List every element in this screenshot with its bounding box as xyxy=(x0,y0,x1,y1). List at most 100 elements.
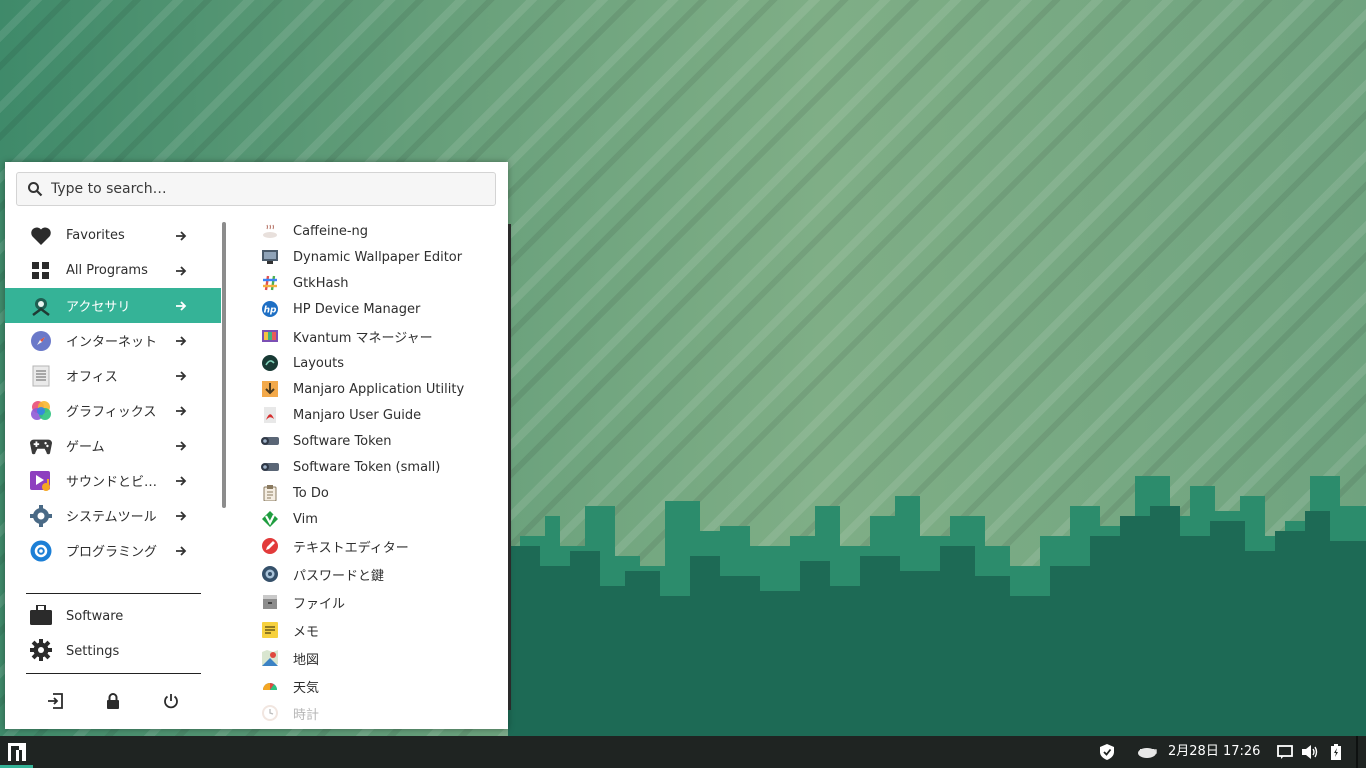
programming-icon xyxy=(30,540,52,562)
category-label: プログラミング xyxy=(66,545,158,560)
app-layouts[interactable]: Layouts xyxy=(261,350,501,376)
app-label: Layouts xyxy=(293,355,344,371)
app-to-do[interactable]: To Do xyxy=(261,480,501,506)
chat-icon xyxy=(1277,745,1293,759)
app-label: Software Token (small) xyxy=(293,459,441,475)
tray-battery[interactable] xyxy=(1328,743,1344,761)
gear-icon xyxy=(30,504,52,527)
clock-icon xyxy=(261,704,279,722)
cup-icon xyxy=(261,222,279,240)
logout-button[interactable] xyxy=(44,690,66,712)
separator xyxy=(26,673,201,674)
grid-icon xyxy=(30,260,52,282)
document-icon xyxy=(30,365,52,387)
taskbar-clock[interactable]: 2月28日 17:26 xyxy=(1168,736,1260,768)
app-clocks[interactable]: 時計 xyxy=(261,700,501,724)
arrow-right-icon xyxy=(176,300,187,311)
application-list: Caffeine-ng Dynamic Wallpaper Editor Gtk… xyxy=(261,218,501,724)
search-box[interactable] xyxy=(16,172,496,206)
app-label: Kvantum マネージャー xyxy=(293,330,433,346)
settings-button[interactable]: Settings xyxy=(5,634,221,669)
pdf-icon xyxy=(261,406,279,424)
arrow-right-icon xyxy=(176,545,187,556)
battery-icon xyxy=(1331,744,1341,760)
password-icon xyxy=(261,565,279,583)
category-games[interactable]: ゲーム xyxy=(5,428,221,463)
category-accessories[interactable]: アクセサリ xyxy=(5,288,221,323)
category-label: サウンドとビ… xyxy=(66,475,158,490)
app-files[interactable]: ファイル xyxy=(261,589,501,615)
app-notes[interactable]: メモ xyxy=(261,617,501,643)
tray-shield[interactable] xyxy=(1098,743,1116,761)
category-system-tools[interactable]: システムツール xyxy=(5,498,221,533)
compass-icon xyxy=(30,330,52,352)
app-kvantum-manager[interactable]: Kvantum マネージャー xyxy=(261,323,501,349)
app-vim[interactable]: Vim xyxy=(261,506,501,532)
start-menu-button[interactable] xyxy=(0,736,33,768)
arrow-right-icon xyxy=(176,230,187,241)
category-multimedia[interactable]: サウンドとビ… xyxy=(5,463,221,498)
token-icon xyxy=(261,432,279,450)
app-gtkhash[interactable]: GtkHash xyxy=(261,270,501,296)
files-icon xyxy=(261,593,279,611)
software-button[interactable]: Software xyxy=(5,599,221,634)
app-passwords-and-keys[interactable]: パスワードと鍵 xyxy=(261,561,501,587)
app-hp-device-manager[interactable]: hp HP Device Manager xyxy=(261,296,501,322)
category-scrollbar[interactable] xyxy=(222,222,226,508)
app-text-editor[interactable]: テキストエディター xyxy=(261,533,501,559)
map-icon xyxy=(261,649,279,667)
power-button[interactable] xyxy=(160,690,182,712)
app-label: ファイル xyxy=(293,596,346,612)
app-manjaro-user-guide[interactable]: Manjaro User Guide xyxy=(261,402,501,428)
arrow-right-icon xyxy=(176,440,187,451)
taskbar: 2月28日 17:26 xyxy=(0,736,1366,768)
category-label: All Programs xyxy=(66,263,148,278)
show-desktop-edge[interactable] xyxy=(1356,736,1358,768)
category-graphics[interactable]: グラフィックス xyxy=(5,393,221,428)
notes-icon xyxy=(261,621,279,639)
tray-chat[interactable] xyxy=(1276,743,1294,761)
svg-text:hp: hp xyxy=(264,306,277,316)
vim-icon xyxy=(261,510,279,528)
category-label: グラフィックス xyxy=(66,405,157,420)
app-manjaro-application-utility[interactable]: Manjaro Application Utility xyxy=(261,376,501,402)
category-office[interactable]: オフィス xyxy=(5,358,221,393)
download-icon xyxy=(261,380,279,398)
graphics-icon xyxy=(30,400,52,422)
accessories-icon xyxy=(30,295,52,317)
app-maps[interactable]: 地図 xyxy=(261,645,501,671)
app-label: Dynamic Wallpaper Editor xyxy=(293,249,463,265)
app-list-scroll-edge[interactable] xyxy=(508,224,511,710)
separator xyxy=(26,593,201,594)
app-label: Manjaro User Guide xyxy=(293,407,422,423)
category-label: Favorites xyxy=(66,228,125,243)
text-editor-icon xyxy=(261,537,279,555)
category-programming[interactable]: プログラミング xyxy=(5,533,221,568)
gamepad-icon xyxy=(30,435,52,457)
layouts-icon xyxy=(261,354,279,372)
app-label: パスワードと鍵 xyxy=(293,568,385,584)
tray-volume[interactable] xyxy=(1301,743,1319,761)
lock-button[interactable] xyxy=(102,690,124,712)
app-label: To Do xyxy=(293,485,329,501)
app-software-token-small[interactable]: Software Token (small) xyxy=(261,454,501,480)
category-all-programs[interactable]: All Programs xyxy=(5,253,221,288)
lock-icon xyxy=(107,693,119,709)
settings-gear-icon xyxy=(30,638,52,665)
token-small-icon xyxy=(261,458,279,476)
arrow-right-icon xyxy=(176,335,187,346)
category-favorites[interactable]: Favorites xyxy=(5,218,221,253)
category-internet[interactable]: インターネット xyxy=(5,323,221,358)
manjaro-logo-icon xyxy=(7,743,26,761)
app-label: 地図 xyxy=(293,652,320,668)
app-caffeine-ng[interactable]: Caffeine-ng xyxy=(261,218,501,244)
category-label: システムツール xyxy=(66,510,157,525)
category-list: Favorites All Programs アクセサリ インターネット オフィ… xyxy=(5,218,221,580)
app-software-token[interactable]: Software Token xyxy=(261,428,501,454)
tray-caffeine[interactable] xyxy=(1136,743,1158,761)
arrow-right-icon xyxy=(176,510,187,521)
search-input[interactable] xyxy=(49,180,495,198)
app-weather[interactable]: 天気 xyxy=(261,673,501,699)
app-dynamic-wallpaper-editor[interactable]: Dynamic Wallpaper Editor xyxy=(261,244,501,270)
multimedia-icon xyxy=(30,470,52,492)
